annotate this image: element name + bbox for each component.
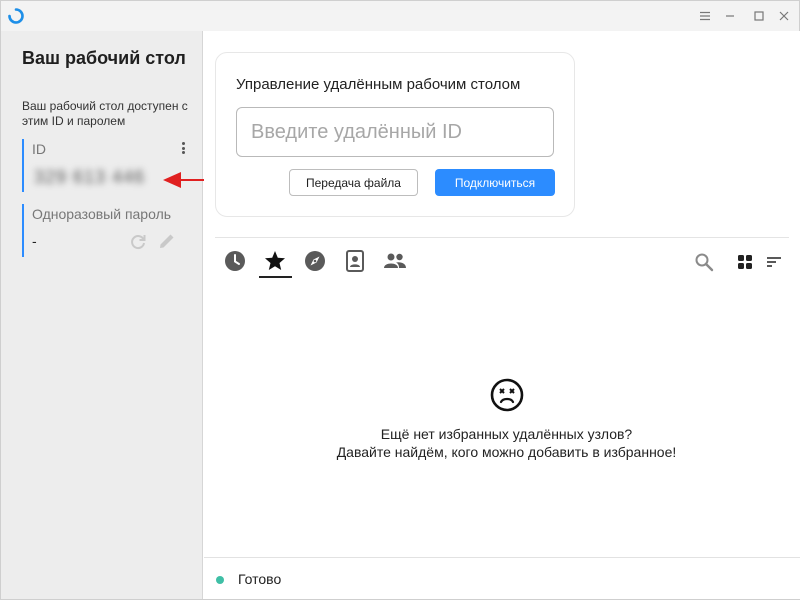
sad-face-icon bbox=[490, 378, 524, 412]
id-label: ID bbox=[32, 141, 46, 157]
edit-icon[interactable] bbox=[157, 231, 177, 251]
grid-view-icon bbox=[738, 255, 752, 269]
app-logo-icon bbox=[8, 8, 24, 24]
main-panel: Управление удалённым рабочим столом Пере… bbox=[204, 31, 800, 599]
search-button[interactable] bbox=[693, 251, 715, 273]
status-text: Готово bbox=[238, 571, 282, 587]
id-value[interactable]: 329 613 446 bbox=[34, 167, 145, 188]
password-block: Одноразовый пароль - bbox=[22, 204, 192, 257]
empty-message-line2: Давайте найдём, кого можно добавить в из… bbox=[336, 444, 677, 460]
password-label: Одноразовый пароль bbox=[32, 206, 172, 222]
active-tab-indicator bbox=[259, 276, 292, 278]
password-value: - bbox=[32, 233, 37, 249]
history-icon bbox=[225, 251, 245, 271]
menu-icon[interactable] bbox=[696, 7, 714, 25]
refresh-icon[interactable] bbox=[128, 232, 148, 252]
star-icon bbox=[265, 251, 285, 270]
maximize-icon[interactable] bbox=[750, 7, 768, 25]
tab-address-book[interactable] bbox=[343, 249, 367, 273]
close-icon[interactable] bbox=[775, 7, 793, 25]
card-title: Управление удалённым рабочим столом bbox=[236, 76, 521, 93]
connect-button[interactable]: Подключиться bbox=[435, 169, 555, 196]
connect-card: Управление удалённым рабочим столом Пере… bbox=[215, 52, 575, 217]
sidebar: Ваш рабочий стол Ваш рабочий стол доступ… bbox=[1, 31, 203, 599]
status-indicator bbox=[216, 576, 224, 584]
sort-button[interactable] bbox=[763, 251, 785, 273]
group-icon bbox=[384, 253, 406, 268]
minimize-icon[interactable] bbox=[721, 7, 739, 25]
tab-favorites[interactable] bbox=[263, 249, 287, 273]
remote-id-input[interactable] bbox=[236, 107, 554, 157]
grid-view-button[interactable] bbox=[734, 251, 756, 273]
more-options-icon[interactable] bbox=[176, 140, 190, 156]
divider bbox=[215, 237, 789, 238]
status-bar: Готово bbox=[204, 557, 800, 599]
title-bar bbox=[1, 1, 799, 31]
search-icon bbox=[695, 253, 714, 272]
tab-discovered[interactable] bbox=[303, 249, 327, 273]
compass-icon bbox=[305, 251, 325, 271]
file-transfer-button[interactable]: Передача файла bbox=[289, 169, 418, 196]
address-book-icon bbox=[346, 250, 364, 272]
tab-recent[interactable] bbox=[223, 249, 247, 273]
empty-message-line1: Ещё нет избранных удалённых узлов? bbox=[380, 426, 633, 442]
sort-icon bbox=[767, 257, 781, 267]
sidebar-description: Ваш рабочий стол доступен с этим ID и па… bbox=[22, 99, 188, 128]
tab-groups[interactable] bbox=[383, 249, 407, 273]
sidebar-title: Ваш рабочий стол bbox=[22, 48, 186, 68]
app-window: Ваш рабочий стол Ваш рабочий стол доступ… bbox=[0, 0, 800, 600]
